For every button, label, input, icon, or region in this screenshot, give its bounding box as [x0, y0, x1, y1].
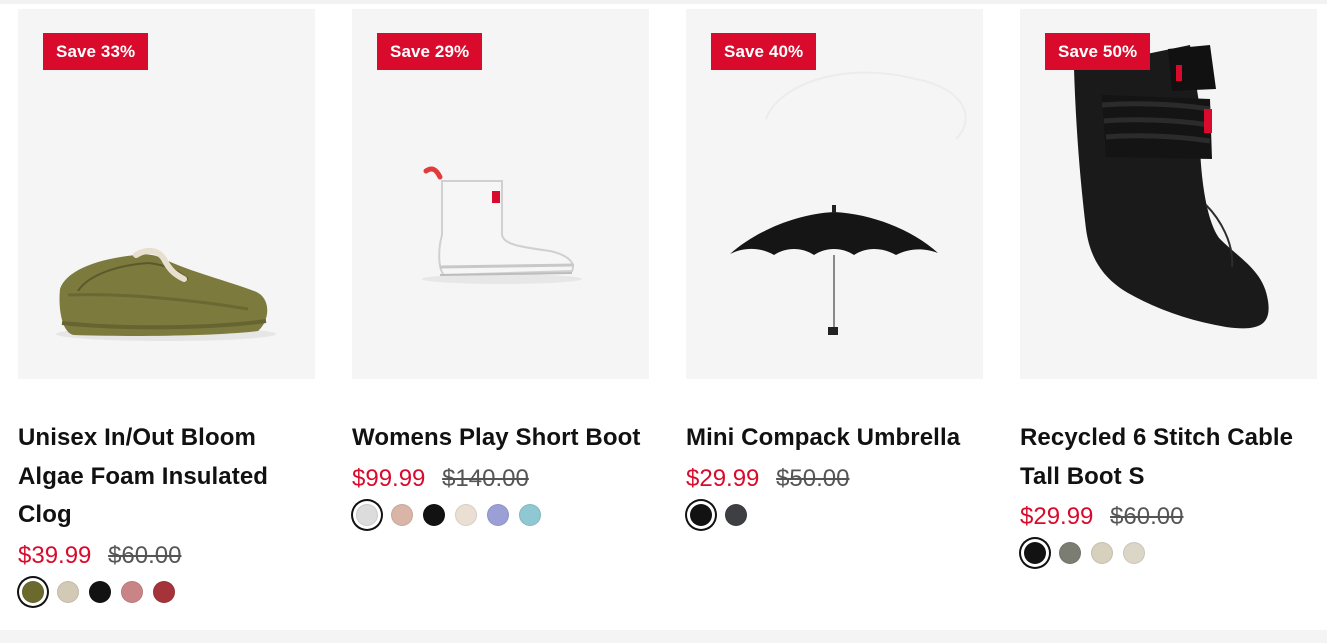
product-grid: Save 33% Unisex In/Out Bloom Algae Foam …	[18, 9, 1317, 603]
color-swatch-light-grey[interactable]	[356, 503, 378, 526]
color-swatch-stone[interactable]	[1091, 542, 1113, 564]
price-row: $29.99 $50.00	[686, 460, 983, 498]
original-price: $140.00	[442, 464, 529, 492]
price-row: $99.99 $140.00	[352, 460, 649, 498]
color-swatch-olive[interactable]	[22, 580, 44, 603]
price-row: $29.99 $60.00	[1020, 498, 1317, 536]
color-swatches	[353, 503, 649, 526]
product-title[interactable]: Recycled 6 Stitch Cable Tall Boot S	[1020, 419, 1317, 496]
color-swatch-blush[interactable]	[391, 503, 413, 526]
product-image-link[interactable]: Save 33%	[18, 9, 315, 379]
color-swatch-black[interactable]	[1024, 542, 1046, 564]
color-swatch-grey-green[interactable]	[1059, 542, 1081, 564]
discount-badge: Save 33%	[43, 33, 149, 70]
sale-price: $39.99	[18, 541, 92, 569]
product-title[interactable]: Mini Compack Umbrella	[686, 419, 983, 458]
color-swatches	[687, 503, 983, 526]
sale-price: $29.99	[686, 464, 760, 492]
bottom-divider	[0, 630, 1327, 643]
discount-badge: Save 29%	[377, 33, 483, 70]
color-swatches	[19, 580, 315, 603]
color-swatch-light-stone[interactable]	[1123, 542, 1145, 564]
product-image-link[interactable]: Save 29%	[352, 9, 649, 379]
discount-badge: Save 40%	[711, 33, 817, 70]
color-swatches	[1021, 542, 1317, 564]
product-title[interactable]: Unisex In/Out Bloom Algae Foam Insulated…	[18, 419, 315, 535]
discount-badge: Save 50%	[1045, 33, 1151, 70]
product-card: Save 29% Womens Play Short Boot $99.99 $…	[352, 9, 649, 603]
color-swatch-aqua[interactable]	[519, 503, 541, 526]
product-card: Save 50% Recycled 6 Stitch Cable Tall Bo…	[1020, 9, 1317, 603]
color-swatch-sand[interactable]	[57, 580, 79, 603]
sale-price: $99.99	[352, 464, 426, 492]
color-swatch-black[interactable]	[423, 503, 445, 526]
product-image-link[interactable]: Save 40%	[686, 9, 983, 379]
original-price: $60.00	[108, 541, 182, 569]
color-swatch-cream[interactable]	[455, 503, 477, 526]
color-swatch-rose[interactable]	[121, 580, 143, 603]
top-divider	[0, 0, 1327, 4]
original-price: $50.00	[776, 464, 850, 492]
sale-price: $29.99	[1020, 503, 1094, 530]
product-card: Save 33% Unisex In/Out Bloom Algae Foam …	[18, 9, 315, 603]
color-swatch-charcoal[interactable]	[725, 503, 747, 526]
price-row: $39.99 $60.00	[18, 537, 315, 575]
product-card: Save 40% Mini Compack Umbrella $29.99 $5…	[686, 9, 983, 603]
color-swatch-black[interactable]	[690, 503, 712, 526]
original-price: $60.00	[1110, 503, 1184, 530]
product-title[interactable]: Womens Play Short Boot	[352, 419, 649, 458]
color-swatch-black[interactable]	[89, 580, 111, 603]
product-image-link[interactable]: Save 50%	[1020, 9, 1317, 379]
color-swatch-lavender[interactable]	[487, 503, 509, 526]
color-swatch-burgundy[interactable]	[153, 580, 175, 603]
